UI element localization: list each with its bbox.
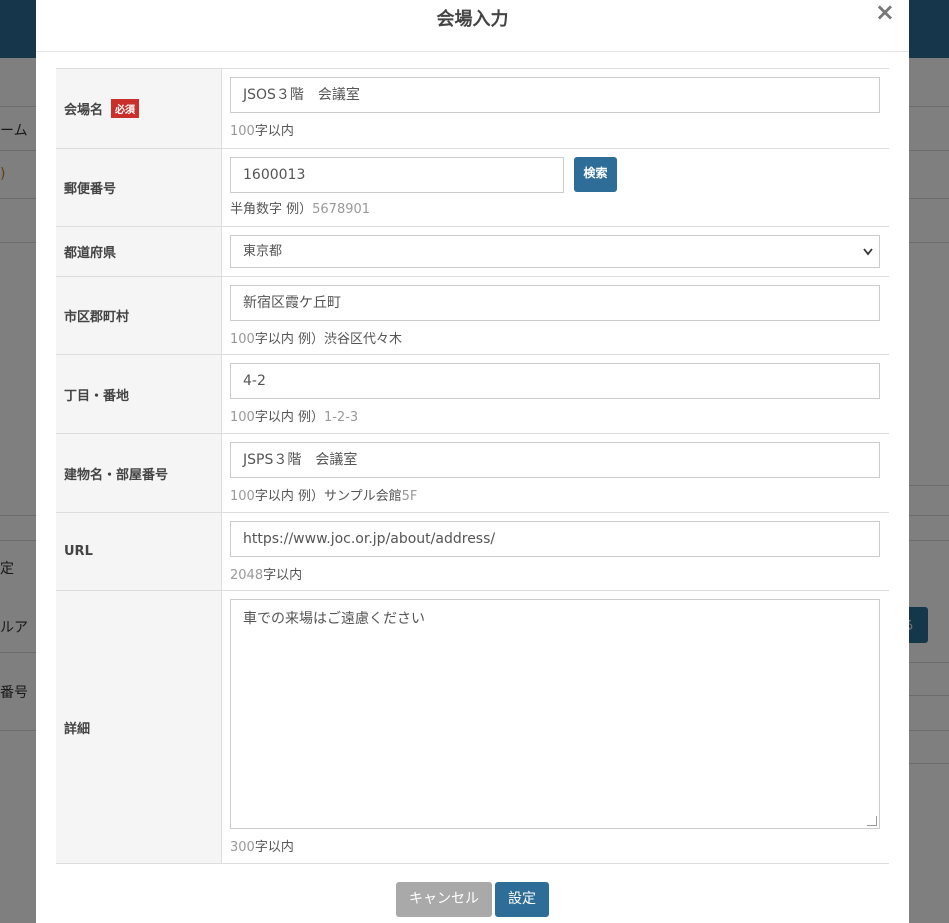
search-button[interactable]: 検索 xyxy=(574,157,617,192)
building-input[interactable]: JSPS３階 会議室 xyxy=(230,442,880,478)
venue-input-modal: 会場入力 × 会場名 必須 JSOS３階 会議室 100字以内 郵便番号 160… xyxy=(36,0,909,923)
modal-footer: キャンセル 設定 xyxy=(36,882,909,917)
form-row-venue-name: 会場名 必須 JSOS３階 会議室 100字以内 xyxy=(56,69,889,149)
field-cell: 4-2 100字以内 例）1-2-3 xyxy=(222,355,889,433)
details-textarea[interactable]: 車での来場はご遠慮ください xyxy=(230,599,880,829)
venue-form: 会場名 必須 JSOS３階 会議室 100字以内 郵便番号 1600013 検索 … xyxy=(56,68,889,864)
form-row-prefecture: 都道府県 東京都 xyxy=(56,227,889,277)
form-row-city: 市区郡町村 新宿区霞ケ丘町 100字以内 例）渋谷区代々木 xyxy=(56,277,889,355)
details-text: 車での来場はご遠慮ください xyxy=(243,611,425,627)
form-row-url: URL https://www.joc.or.jp/about/address/… xyxy=(56,513,889,591)
field-label: 詳細 xyxy=(56,591,222,863)
address-label: 丁目・番地 xyxy=(64,388,130,404)
prefecture-label: 都道府県 xyxy=(64,246,117,261)
form-row-address: 丁目・番地 4-2 100字以内 例）1-2-3 xyxy=(56,355,889,434)
venue-name-input[interactable]: JSOS３階 会議室 xyxy=(230,77,880,113)
details-label: 詳細 xyxy=(64,721,91,737)
url-label: URL xyxy=(64,544,93,559)
form-row-building: 建物名・部屋番号 JSPS３階 会議室 100字以内 例）サンプル会館5F xyxy=(56,434,889,513)
prefecture-select[interactable]: 東京都 xyxy=(230,235,880,268)
venue-name-label: 会場名 xyxy=(64,103,104,118)
modal-title: 会場入力 xyxy=(436,9,509,30)
postal-label: 郵便番号 xyxy=(64,182,117,197)
field-cell: https://www.joc.or.jp/about/address/ 204… xyxy=(222,513,889,590)
cancel-button[interactable]: キャンセル xyxy=(396,882,492,917)
field-label: URL xyxy=(56,513,222,590)
city-hint: 100字以内 例）渋谷区代々木 xyxy=(230,332,402,347)
building-label: 建物名・部屋番号 xyxy=(64,467,169,483)
url-hint: 2048字以内 xyxy=(230,568,303,583)
url-input[interactable]: https://www.joc.or.jp/about/address/ xyxy=(230,521,880,557)
field-cell: 東京都 xyxy=(222,227,889,276)
form-row-details: 詳細 車での来場はご遠慮ください 300字以内 xyxy=(56,591,889,864)
field-cell: 新宿区霞ケ丘町 100字以内 例）渋谷区代々木 xyxy=(222,277,889,354)
city-input[interactable]: 新宿区霞ケ丘町 xyxy=(230,285,880,321)
field-label: 建物名・部屋番号 xyxy=(56,434,222,512)
chevron-down-icon xyxy=(863,236,873,279)
form-row-postal: 郵便番号 1600013 検索 半角数字 例）5678901 xyxy=(56,149,889,227)
field-label: 会場名 必須 xyxy=(56,69,222,148)
close-icon[interactable]: × xyxy=(875,0,895,25)
field-cell: 車での来場はご遠慮ください 300字以内 xyxy=(222,591,889,863)
address-input[interactable]: 4-2 xyxy=(230,363,880,399)
resize-handle-icon[interactable] xyxy=(867,816,877,826)
address-hint: 100字以内 例）1-2-3 xyxy=(230,410,359,425)
field-label: 都道府県 xyxy=(56,227,222,276)
modal-header: 会場入力 × xyxy=(36,0,909,52)
field-cell: JSOS３階 会議室 100字以内 xyxy=(222,69,889,148)
postal-code-input[interactable]: 1600013 xyxy=(230,157,564,193)
field-label: 市区郡町村 xyxy=(56,277,222,354)
field-cell: 1600013 検索 半角数字 例）5678901 xyxy=(222,149,889,226)
field-cell: JSPS３階 会議室 100字以内 例）サンプル会館5F xyxy=(222,434,889,512)
field-label: 丁目・番地 xyxy=(56,355,222,433)
building-hint: 100字以内 例）サンプル会館5F xyxy=(230,489,418,504)
field-label: 郵便番号 xyxy=(56,149,222,226)
required-badge: 必須 xyxy=(111,99,140,118)
details-hint: 300字以内 xyxy=(230,840,294,855)
postal-hint: 半角数字 例）5678901 xyxy=(230,202,371,217)
prefecture-selected: 東京都 xyxy=(243,244,283,259)
submit-button[interactable]: 設定 xyxy=(495,882,549,917)
city-label: 市区郡町村 xyxy=(64,310,130,325)
venue-name-hint: 100字以内 xyxy=(230,124,294,139)
